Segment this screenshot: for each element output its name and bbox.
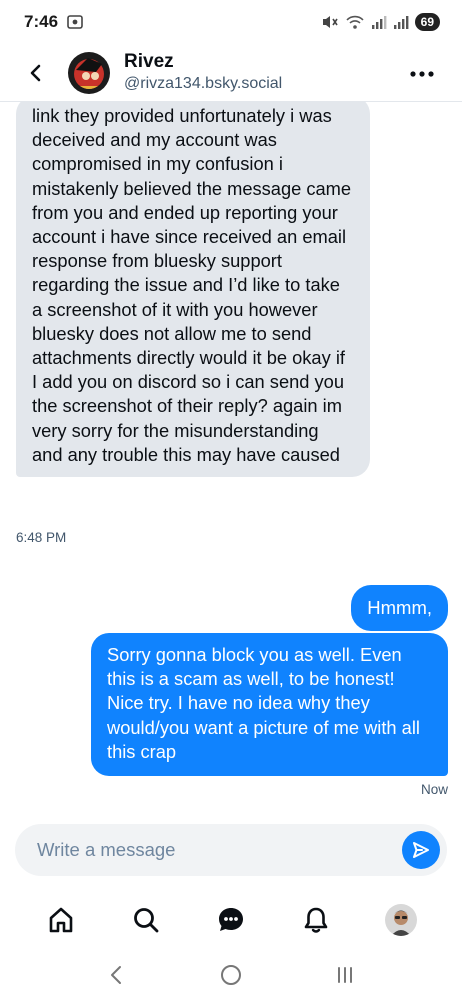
system-navigation (0, 950, 462, 1000)
signal-icon-2 (393, 14, 409, 30)
send-button[interactable] (402, 831, 440, 869)
nav-search[interactable] (124, 898, 168, 942)
contact-handle: @rivza134.bsky.social (124, 74, 283, 92)
status-right: 69 (321, 13, 440, 31)
more-options-button[interactable] (408, 60, 436, 88)
outgoing-message-bubble[interactable]: Hmmm, (351, 585, 448, 631)
send-icon (413, 842, 429, 858)
incoming-message-bubble[interactable]: link they provided unfortunately i was d… (16, 102, 370, 478)
system-recents-button[interactable] (325, 955, 365, 995)
contact-avatar[interactable] (68, 51, 110, 94)
outgoing-message-text: Sorry gonna block you as well. Even this… (107, 644, 420, 762)
wifi-icon (345, 14, 365, 30)
profile-avatar (385, 904, 418, 936)
conversation-header: Rivez @rivza134.bsky.social (0, 44, 462, 102)
system-back-button[interactable] (97, 955, 137, 995)
system-home-button[interactable] (211, 955, 251, 995)
nav-profile[interactable] (379, 898, 423, 942)
message-composer (15, 824, 447, 876)
signal-icon-1 (371, 14, 387, 30)
mute-icon (321, 14, 339, 30)
back-button[interactable] (16, 53, 56, 93)
nav-home[interactable] (39, 898, 83, 942)
search-icon (133, 908, 159, 933)
ellipsis-icon (410, 71, 434, 77)
contact-name: Rivez (124, 50, 174, 72)
nav-notifications[interactable] (294, 898, 338, 942)
status-left: 7:46 (24, 12, 84, 32)
chevron-left-icon (111, 966, 121, 984)
nav-chat[interactable] (209, 898, 253, 942)
bottom-navigation (0, 890, 462, 950)
chat-icon (218, 908, 243, 931)
outgoing-message-text: Hmmm, (367, 597, 432, 618)
circle-home-icon (221, 965, 241, 985)
status-bar: 7:46 69 (0, 0, 462, 44)
chevron-left-icon (30, 64, 41, 81)
message-list[interactable]: link they provided unfortunately i was d… (0, 102, 462, 810)
screen-record-icon (66, 14, 84, 30)
battery-indicator: 69 (414, 13, 440, 31)
incoming-message-text: link they provided unfortunately i was d… (32, 105, 352, 465)
incoming-message-timestamp: 6:48 PM (16, 530, 67, 545)
home-icon (49, 907, 72, 933)
bell-icon (304, 907, 328, 933)
contact-info: Rivez @rivza134.bsky.social (124, 51, 282, 95)
outgoing-message-bubble[interactable]: Sorry gonna block you as well. Even this… (91, 633, 448, 777)
outgoing-message-timestamp: Now (420, 782, 448, 797)
recents-icon (338, 967, 352, 983)
status-time: 7:46 (24, 12, 59, 31)
message-input[interactable] (37, 839, 402, 861)
